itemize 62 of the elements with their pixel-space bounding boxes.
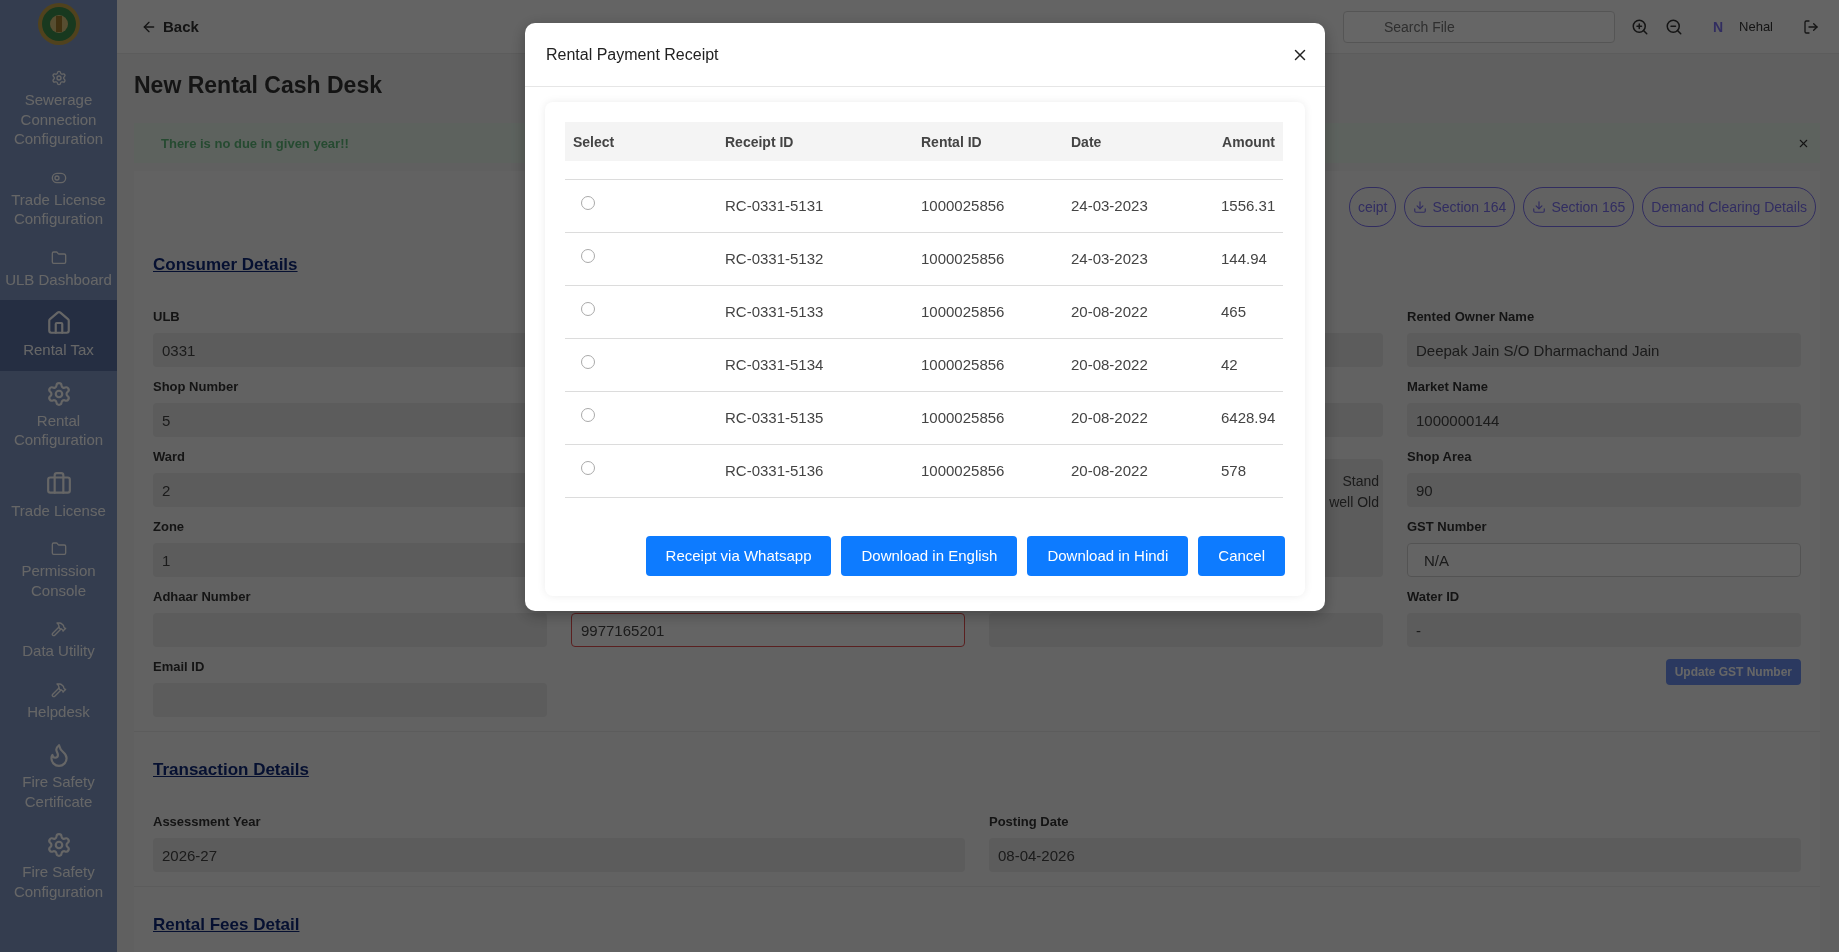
dialog-button[interactable]: Receipt via Whatsapp	[645, 535, 832, 576]
field-label: Shop Number	[153, 379, 240, 395]
table-cell: 20-08-2022	[1063, 444, 1213, 497]
table-cell: RC-0331-5136	[717, 444, 913, 497]
field-label: Adhaar Number	[153, 589, 252, 605]
table-cell: 578	[1213, 444, 1283, 497]
table-cell: 144.94	[1213, 232, 1283, 285]
table-cell: RC-0331-5133	[717, 285, 913, 338]
table-cell: 20-08-2022	[1063, 391, 1213, 444]
dialog-button[interactable]: Download in English	[841, 535, 1018, 576]
column-header: Rental ID	[913, 122, 1063, 161]
section-title: Consumer Details	[153, 255, 298, 275]
table-cell: 24-03-2023	[1063, 232, 1213, 285]
field-label: Zone	[153, 519, 186, 535]
page-title: New Rental Cash Desk	[134, 72, 382, 99]
table-cell: 6428.94	[1213, 391, 1283, 444]
field-label: Rented Owner Name	[1407, 309, 1536, 325]
readonly-field[interactable]: 08-04-2026	[989, 838, 1801, 872]
dialog-title: Rental Payment Receipt	[546, 45, 719, 64]
table-cell: RC-0331-5132	[717, 232, 913, 285]
table-cell: RC-0331-5131	[717, 179, 913, 232]
table-cell: 20-08-2022	[1063, 338, 1213, 391]
readonly-field[interactable]: -	[1407, 613, 1801, 647]
table-cell: 465	[1213, 285, 1283, 338]
field-label: GST Number	[1407, 519, 1488, 535]
table-cell: 42	[1213, 338, 1283, 391]
table-cell: 1000025856	[913, 232, 1063, 285]
input-field[interactable]: 9977165201	[571, 613, 965, 647]
field-label: Assessment Year	[153, 814, 262, 830]
readonly-field[interactable]: 2026-27	[153, 838, 965, 872]
user-name: Nehal	[1739, 19, 1773, 34]
sidebar-item[interactable]: Rental Tax	[0, 300, 117, 371]
field-label: ULB	[153, 309, 181, 325]
dialog-button[interactable]: Cancel	[1198, 535, 1285, 576]
table-cell: 1000025856	[913, 444, 1063, 497]
table-cell: RC-0331-5135	[717, 391, 913, 444]
column-header: Amount	[1213, 122, 1283, 161]
column-header: Select	[565, 122, 717, 161]
table-cell: RC-0331-5134	[717, 338, 913, 391]
field-label: Shop Area	[1407, 449, 1473, 465]
input-field[interactable]: N/A	[1407, 543, 1801, 577]
readonly-field[interactable]: 90	[1407, 473, 1801, 507]
field-label: Posting Date	[989, 814, 1070, 830]
field-label: Water ID	[1407, 589, 1461, 605]
table-cell: 1556.31	[1213, 179, 1283, 232]
field-label: Market Name	[1407, 379, 1489, 395]
column-header: Date	[1063, 122, 1213, 161]
table-cell: 1000025856	[913, 285, 1063, 338]
column-header: Receipt ID	[717, 122, 913, 161]
table-cell: 1000025856	[913, 179, 1063, 232]
readonly-field[interactable]: Deepak Jain S/O Dharmachand Jain	[1407, 333, 1801, 367]
table-cell: 24-03-2023	[1063, 179, 1213, 232]
field-label: Ward	[153, 449, 187, 465]
readonly-field[interactable]: 1000000144	[1407, 403, 1801, 437]
section-title: Transaction Details	[153, 760, 309, 780]
table-cell: 1000025856	[913, 338, 1063, 391]
back-link[interactable]: Back	[141, 18, 199, 35]
field-label: Email ID	[153, 659, 206, 675]
table-cell: 1000025856	[913, 391, 1063, 444]
table-cell: 20-08-2022	[1063, 285, 1213, 338]
dialog-button[interactable]: Download in Hindi	[1027, 535, 1189, 576]
section-title: Rental Fees Detail	[153, 915, 300, 935]
